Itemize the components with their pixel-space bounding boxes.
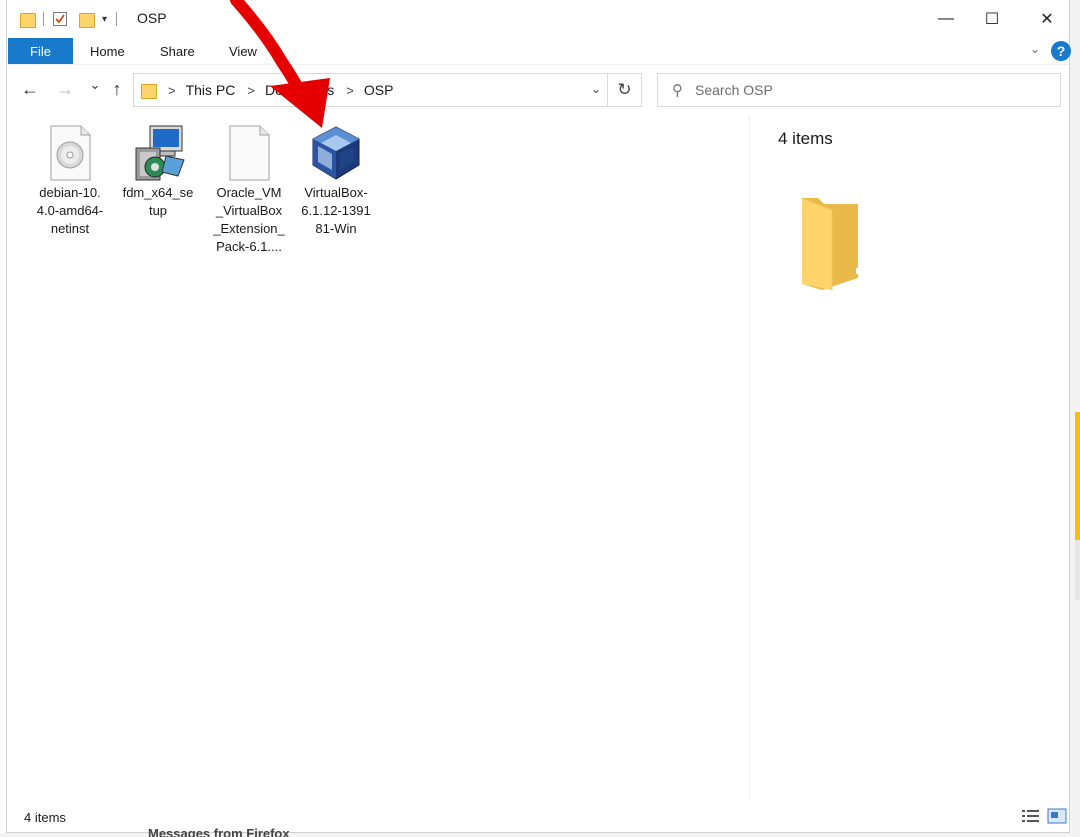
tab-file[interactable]: File xyxy=(8,38,73,64)
help-button[interactable]: ? xyxy=(1051,41,1071,61)
back-button[interactable]: ← xyxy=(19,79,41,100)
quick-access-toolbar: ▾ xyxy=(19,9,118,29)
file-name: fdm_x64_se tup xyxy=(122,185,194,218)
background-banner xyxy=(1075,412,1080,540)
file-item-virtualbox[interactable]: VirtualBox- 6.1.12-1391 81-Win xyxy=(294,124,378,238)
status-item-count: 4 items xyxy=(24,810,66,825)
recent-locations-button[interactable]: ⌄ xyxy=(84,77,106,93)
item-count-heading: 4 items xyxy=(778,129,833,148)
tab-view[interactable]: View xyxy=(229,44,257,59)
ribbon-tabs: File Home Share View ⌄ ? xyxy=(7,38,1071,64)
file-name: VirtualBox- 6.1.12-1391 81-Win xyxy=(301,185,371,236)
navigation-bar: ← → ⌄ ↑ > This PC > Downloads > OSP ⌄ ↻ … xyxy=(7,64,1069,116)
breadcrumb-osp[interactable]: OSP xyxy=(364,82,394,98)
minimize-button[interactable]: — xyxy=(923,0,969,38)
background-panel xyxy=(1075,540,1080,600)
breadcrumb-separator[interactable]: > xyxy=(168,83,176,98)
background-firefox-notification: Messages from Firefox xyxy=(148,826,290,837)
toolbar-divider xyxy=(43,12,44,26)
file-name: debian-10. 4.0-amd64- netinst xyxy=(36,185,104,236)
folder-icon xyxy=(140,82,157,99)
breadcrumb-separator[interactable]: > xyxy=(247,83,255,98)
installer-icon xyxy=(126,124,190,182)
toolbar-divider xyxy=(116,12,118,26)
forward-button[interactable]: → xyxy=(54,79,76,100)
search-icon: ⚲ xyxy=(672,82,683,99)
tab-share[interactable]: Share xyxy=(160,44,195,59)
file-item-extension-pack[interactable]: Oracle_VM _VirtualBox _Extension_ Pack-6… xyxy=(207,124,291,256)
breadcrumb-this-pc[interactable]: This PC xyxy=(186,82,236,98)
file-list: debian-10. 4.0-amd64- netinst fdm_x64_se… xyxy=(7,116,749,800)
properties-icon[interactable] xyxy=(52,11,68,27)
refresh-button[interactable]: ↻ xyxy=(607,74,641,106)
maximize-button[interactable]: ☐ xyxy=(969,0,1015,38)
disc-image-icon xyxy=(38,124,102,182)
large-icons-view-icon[interactable] xyxy=(1047,808,1067,824)
address-history-chevron-icon[interactable]: ⌄ xyxy=(591,82,601,96)
virtualbox-icon xyxy=(304,124,368,182)
customize-toolbar-icon[interactable]: ▾ xyxy=(102,14,107,25)
details-view-icon[interactable] xyxy=(1021,808,1041,824)
expand-ribbon-chevron-icon[interactable]: ⌄ xyxy=(1030,42,1040,56)
search-input[interactable] xyxy=(695,82,1035,98)
window-title: OSP xyxy=(137,10,167,26)
up-button[interactable]: ↑ xyxy=(106,79,128,100)
file-name: Oracle_VM _VirtualBox _Extension_ Pack-6… xyxy=(213,185,285,254)
file-item-debian[interactable]: debian-10. 4.0-amd64- netinst xyxy=(28,124,112,238)
new-folder-icon[interactable] xyxy=(78,11,95,28)
tab-home[interactable]: Home xyxy=(90,44,125,59)
title-bar: ▾ OSP — ☐ ✕ xyxy=(7,0,1069,38)
file-item-fdm-setup[interactable]: fdm_x64_se tup xyxy=(116,124,200,220)
breadcrumb-separator[interactable]: > xyxy=(346,83,354,98)
folder-icon xyxy=(19,11,36,28)
large-folder-icon xyxy=(801,197,864,290)
file-explorer-window: ▾ OSP — ☐ ✕ File Home Share View ⌄ ? ← →… xyxy=(6,0,1071,833)
blank-file-icon xyxy=(217,124,281,182)
address-bar[interactable]: > This PC > Downloads > OSP ⌄ ↻ xyxy=(133,73,642,107)
close-button[interactable]: ✕ xyxy=(1024,0,1070,38)
details-pane: 4 items xyxy=(750,116,1070,800)
search-box[interactable]: ⚲ xyxy=(657,73,1061,107)
breadcrumb-downloads[interactable]: Downloads xyxy=(265,82,334,98)
